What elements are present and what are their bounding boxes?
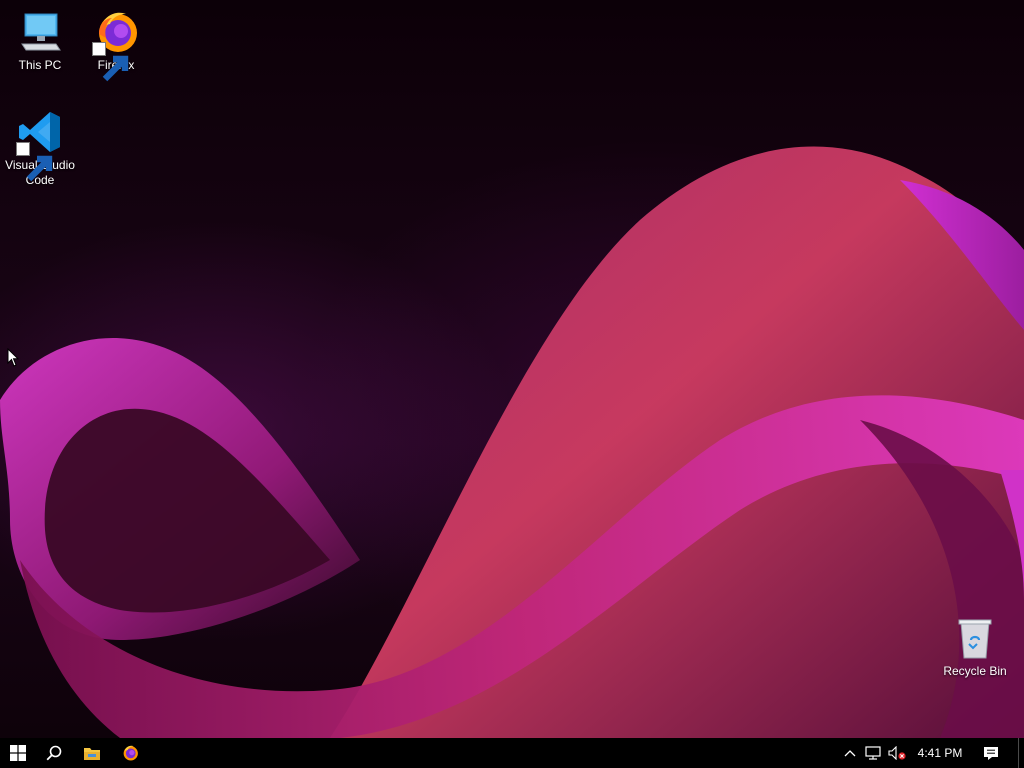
network-icon: [865, 746, 881, 760]
recycle-bin-icon: [951, 614, 999, 662]
show-hidden-icons-button[interactable]: [840, 738, 860, 768]
desktop-icon-label: This PC: [18, 58, 62, 72]
desktop-icon-firefox[interactable]: Firefox: [78, 8, 154, 82]
desktop[interactable]: This PC Firefox Visual Studio Code Recyc…: [0, 0, 1024, 738]
desktop-icon-recycle-bin[interactable]: Recycle Bin: [937, 614, 1013, 679]
desktop-icon-this-pc[interactable]: This PC: [2, 8, 78, 73]
search-icon: [46, 745, 62, 761]
shortcut-arrow-icon: [92, 42, 129, 82]
volume-muted-icon: [888, 746, 906, 760]
chevron-up-icon: [844, 750, 856, 757]
taskbar: 4:41 PM: [0, 738, 1024, 768]
folder-icon: [84, 748, 100, 760]
mouse-cursor-icon: [7, 348, 19, 367]
action-center-icon: [984, 746, 998, 760]
desktop-icon-vscode[interactable]: Visual Studio Code: [2, 108, 78, 188]
taskbar-file-explorer[interactable]: [74, 738, 110, 768]
firefox-icon: [123, 745, 138, 761]
vscode-icon: [16, 108, 64, 182]
action-center-button[interactable]: [978, 738, 1004, 768]
taskbar-firefox[interactable]: [112, 738, 148, 768]
volume-tray-button[interactable]: [886, 738, 908, 768]
shortcut-arrow-icon: [16, 142, 53, 182]
show-desktop-button[interactable]: [1018, 738, 1024, 768]
desktop-icon-label: Recycle Bin: [943, 664, 1007, 678]
taskbar-clock[interactable]: 4:41 PM: [912, 738, 968, 768]
start-button[interactable]: [0, 738, 36, 768]
computer-icon: [16, 8, 64, 56]
network-tray-button[interactable]: [862, 738, 884, 768]
windows-logo-icon: [10, 745, 26, 761]
search-button[interactable]: [36, 738, 72, 768]
wallpaper: [0, 146, 1024, 738]
firefox-icon: [92, 8, 140, 82]
